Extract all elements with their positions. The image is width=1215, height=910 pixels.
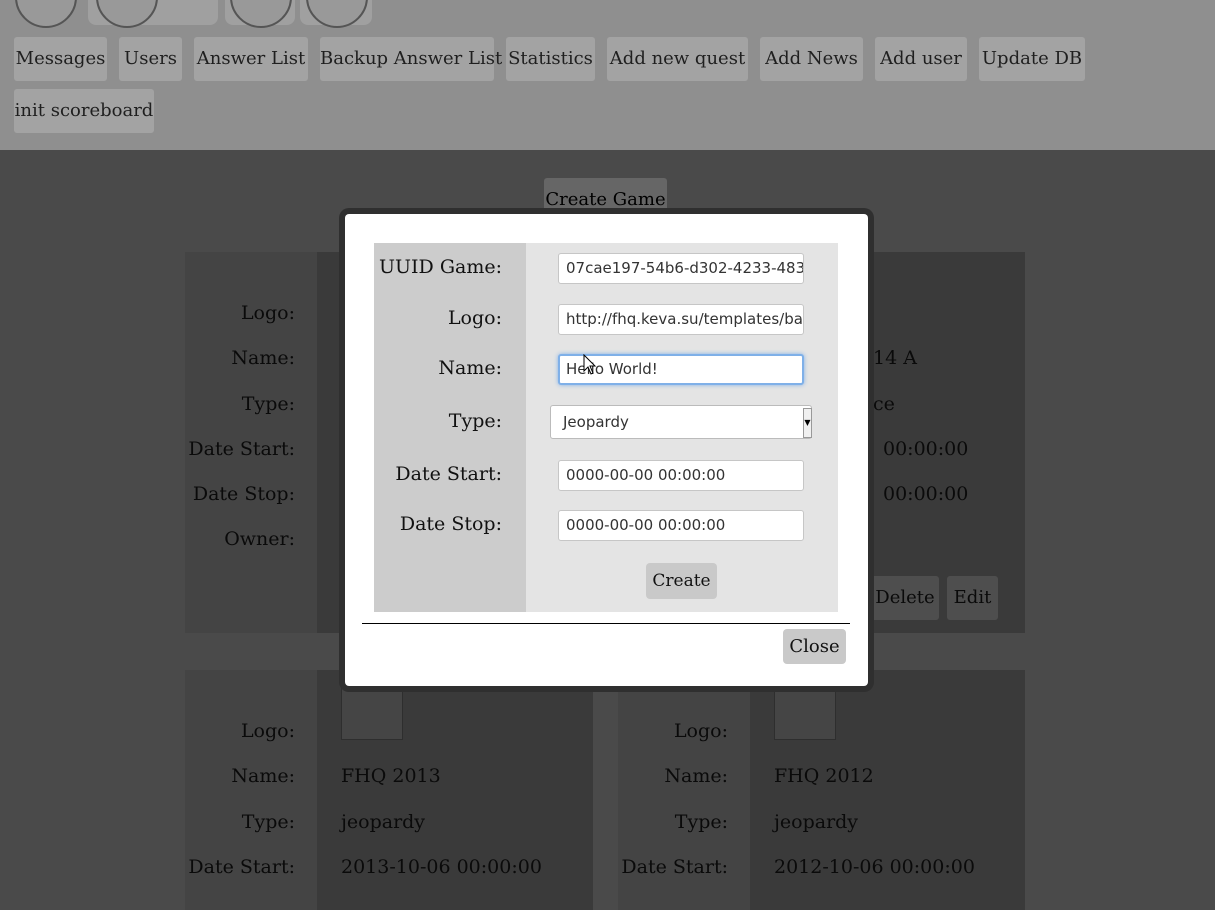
card-label-name: Name: <box>231 765 295 787</box>
mouse-cursor-icon <box>583 354 597 375</box>
chevron-down-icon[interactable]: ▼ <box>803 408 812 438</box>
tools-icon <box>306 0 368 28</box>
logo-label: Logo: <box>447 307 502 329</box>
date-stop-input[interactable]: 0000-00-00 00:00:00 <box>558 510 804 541</box>
card-value-date-start: 2012-10-06 00:00:00 <box>774 856 975 878</box>
top-icon-strip <box>0 0 400 28</box>
name-label: Name: <box>438 357 502 379</box>
date-start-label: Date Start: <box>395 463 502 485</box>
card-label-column: Logo: Name: Type: Date Start: <box>618 670 750 910</box>
top-header: Messages Users Answer List Backup Answer… <box>0 0 1215 150</box>
create-button[interactable]: Create <box>646 563 717 599</box>
create-game-form: UUID Game: Logo: Name: Type: Date Start:… <box>374 243 838 612</box>
close-button[interactable]: Close <box>783 629 846 664</box>
card-label-logo: Logo: <box>240 720 295 742</box>
card-value-date-stop: 00:00:00 <box>883 483 969 505</box>
form-label-column: UUID Game: Logo: Name: Type: Date Start:… <box>374 243 526 612</box>
type-select-value: Jeopardy <box>563 413 629 431</box>
nav-messages[interactable]: Messages <box>14 37 107 81</box>
card-label-date-stop: Date Stop: <box>192 483 295 505</box>
card-label-column: Logo: Name: Type: Date Start: Date Stop:… <box>185 252 317 633</box>
nav-backup-answer-list[interactable]: Backup Answer List <box>320 37 502 81</box>
card-label-date-start: Date Start: <box>188 856 295 878</box>
modal-divider <box>362 623 850 624</box>
uuid-input[interactable]: 07cae197-54b6-d302-4233-4830 <box>558 253 804 284</box>
nav-answer-list[interactable]: Answer List <box>194 37 308 81</box>
edit-button[interactable]: Edit <box>947 576 998 620</box>
nav-statistics[interactable]: Statistics <box>506 37 595 81</box>
type-label: Type: <box>448 410 502 432</box>
card-label-type: Type: <box>241 393 295 415</box>
delete-button[interactable]: Delete <box>871 576 939 620</box>
card-value-type: jeopardy <box>774 811 859 833</box>
card-label-logo: Logo: <box>673 720 728 742</box>
nav-add-news[interactable]: Add News <box>760 37 863 81</box>
diamond-icon <box>230 0 292 28</box>
logo-url-input[interactable]: http://fhq.keva.su/templates/bas <box>558 304 804 335</box>
nav-add-new-quest[interactable]: Add new quest <box>607 37 748 81</box>
card-label-type: Type: <box>241 811 295 833</box>
card-value-name: 14 A <box>873 347 917 369</box>
card-label-type: Type: <box>674 811 728 833</box>
card-value-type: jeopardy <box>341 811 426 833</box>
date-stop-label: Date Stop: <box>399 513 502 535</box>
game-card: Logo: Name: Type: Date Start: FHQ 2013 j… <box>185 670 593 910</box>
nav-add-user[interactable]: Add user <box>875 37 967 81</box>
game-card: Logo: Name: Type: Date Start: FHQ 2012 j… <box>618 670 1025 910</box>
card-label-logo: Logo: <box>240 302 295 324</box>
nav-init-scoreboard[interactable]: init scoreboard <box>14 89 154 133</box>
uuid-label: UUID Game: <box>379 256 502 278</box>
game-icon <box>96 0 158 28</box>
card-value-date-start: 00:00:00 <box>883 438 969 460</box>
card-label-owner: Owner: <box>224 528 295 550</box>
create-game-modal: UUID Game: Logo: Name: Type: Date Start:… <box>345 214 868 686</box>
card-label-name: Name: <box>231 347 295 369</box>
nav-users[interactable]: Users <box>119 37 182 81</box>
card-label-date-start: Date Start: <box>621 856 728 878</box>
type-select[interactable]: Jeopardy ▼ <box>550 405 812 439</box>
card-value-type: ce <box>873 393 895 415</box>
date-start-input[interactable]: 0000-00-00 00:00:00 <box>558 460 804 491</box>
home-icon[interactable] <box>15 0 77 28</box>
tools-icon-tab[interactable] <box>300 0 372 28</box>
card-label-column: Logo: Name: Type: Date Start: <box>185 670 317 910</box>
logo-icon[interactable] <box>88 0 218 28</box>
card-label-name: Name: <box>664 765 728 787</box>
quest-icon-tab[interactable] <box>225 0 295 28</box>
nav-update-db[interactable]: Update DB <box>979 37 1085 81</box>
card-value-name: FHQ 2013 <box>341 765 441 787</box>
card-value-date-start: 2013-10-06 00:00:00 <box>341 856 542 878</box>
card-value-name: FHQ 2012 <box>774 765 874 787</box>
card-label-date-start: Date Start: <box>188 438 295 460</box>
